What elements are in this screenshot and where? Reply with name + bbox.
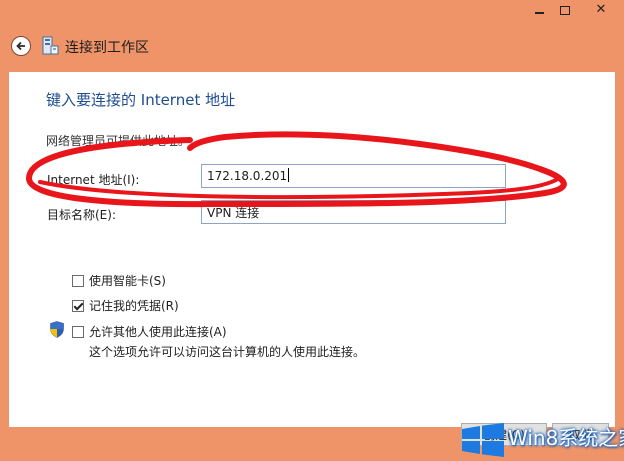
use-smart-card-checkbox[interactable] (72, 274, 84, 287)
back-button[interactable] (11, 36, 31, 56)
watermark-text: Win8系统之家 (508, 426, 624, 450)
window-title: 连接到工作区 (65, 40, 149, 56)
remember-credentials-option[interactable]: 记住我的凭据(R) (72, 297, 179, 314)
watermark: Win8系统之家 (458, 418, 624, 461)
admin-note: 网络管理员可提供此地址。 (46, 134, 191, 148)
network-workplace-icon (42, 36, 59, 55)
close-button[interactable]: ✕ (578, 0, 624, 20)
destination-name-input[interactable]: VPN 连接 (201, 200, 506, 224)
remember-credentials-checkbox[interactable] (72, 299, 84, 312)
minimize-icon (534, 12, 544, 14)
close-icon: ✕ (595, 2, 607, 17)
remember-credentials-label: 记住我的凭据(R) (89, 299, 179, 313)
destination-name-label: 目标名称(E): (47, 208, 116, 222)
allow-others-option[interactable]: 允许其他人使用此连接(A) (72, 323, 227, 340)
uac-shield-icon (50, 321, 64, 338)
allow-others-checkbox[interactable] (72, 325, 84, 338)
allow-others-description: 这个选项允许可以访问这台计算机的人使用此连接。 (89, 345, 366, 359)
internet-address-label: Internet 地址(I): (47, 173, 140, 187)
page-heading: 键入要连接的 Internet 地址 (46, 91, 236, 109)
maximize-icon (560, 5, 570, 15)
use-smart-card-option[interactable]: 使用智能卡(S) (72, 272, 166, 289)
minimize-button[interactable] (526, 0, 552, 20)
internet-address-input[interactable]: 172.18.0.201 (201, 164, 506, 188)
allow-others-label: 允许其他人使用此连接(A) (89, 325, 227, 339)
content-panel (9, 72, 615, 427)
maximize-button[interactable] (552, 0, 578, 20)
arrow-left-icon (16, 41, 25, 51)
use-smart-card-label: 使用智能卡(S) (89, 274, 166, 288)
windows-logo-icon (462, 423, 504, 457)
